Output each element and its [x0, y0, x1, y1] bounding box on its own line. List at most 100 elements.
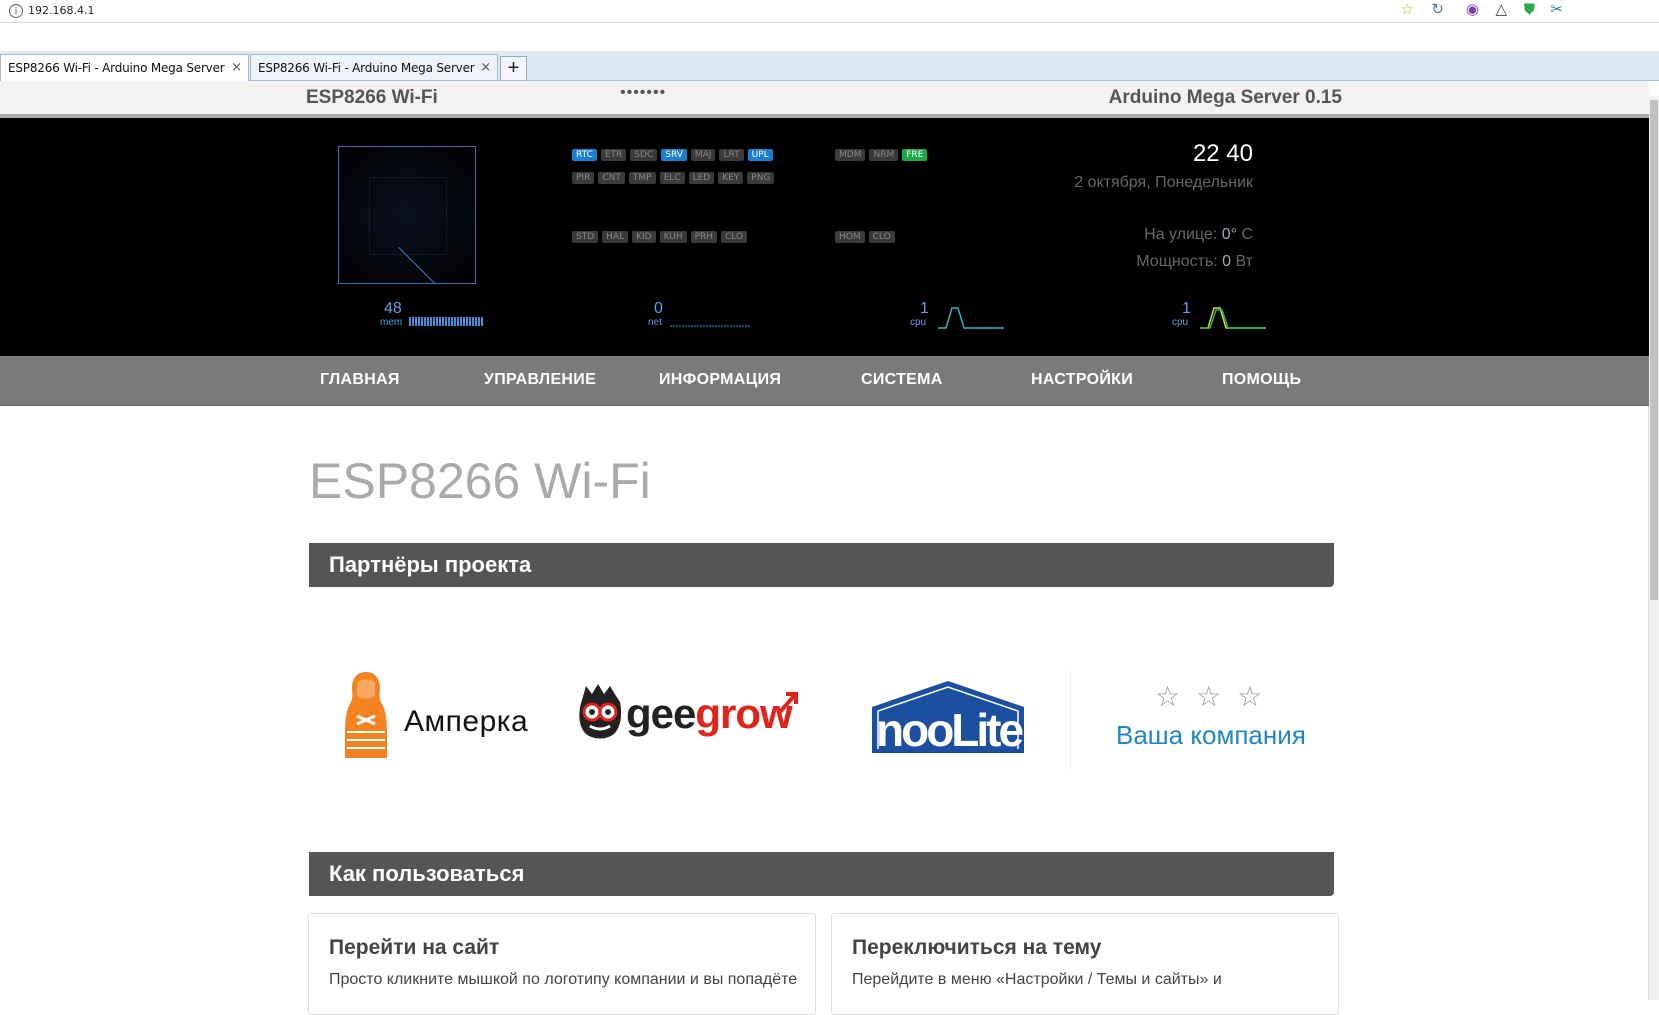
- clock: 22 40: [1192, 140, 1253, 167]
- mode-badge: FRE: [902, 149, 928, 161]
- module-badge: ETR: [600, 149, 627, 161]
- modes-row-1: MDM NRM FRE: [835, 149, 928, 161]
- url-text[interactable]: 192.168.4.1: [28, 4, 94, 17]
- mem-bar-segment: [433, 317, 435, 326]
- mem-bar-segment: [457, 317, 459, 326]
- cpu-2-value: 1: [1182, 300, 1191, 317]
- mem-bar-segment: [415, 317, 417, 326]
- mem-bar-segment: [427, 317, 429, 326]
- bookmark-star-icon[interactable]: ☆: [1401, 2, 1414, 18]
- module-badge: KID: [632, 231, 656, 243]
- header-dots: •••••••: [620, 84, 667, 101]
- page-title: ESP8266 Wi-Fi: [309, 453, 651, 509]
- new-tab-button[interactable]: +: [500, 56, 527, 80]
- module-badge: LED: [688, 172, 715, 184]
- nav-item-info[interactable]: ИНФОРМАЦИЯ: [659, 371, 781, 389]
- your-company-slot[interactable]: ☆☆☆ Ваша компания: [1070, 670, 1351, 770]
- card-text: Просто кликните мышкой по логотипу компа…: [329, 971, 798, 988]
- dashboard: RTC ETR SDC SRV MAJ LRT UPL PIR CNT TMP …: [0, 118, 1649, 356]
- partners-title: Партнёры проекта: [329, 552, 532, 577]
- module-badge: PNG: [747, 172, 775, 184]
- module-badge: SRV: [661, 149, 687, 161]
- mode-badge: MDM: [835, 149, 866, 161]
- cpu-1-value: 1: [920, 300, 929, 317]
- reload-icon[interactable]: ↻: [1431, 2, 1444, 18]
- amperka-logo-icon[interactable]: [343, 670, 389, 762]
- close-icon[interactable]: ×: [231, 55, 242, 81]
- site-info-icon[interactable]: i: [9, 4, 23, 18]
- card-text: Перейдите в меню «Настройки / Темы и сай…: [852, 971, 1222, 988]
- your-company-link[interactable]: Ваша компания: [1116, 720, 1306, 751]
- module-badge: LRT: [719, 149, 744, 161]
- mem-bar-segment: [409, 317, 411, 326]
- power-reading: Мощность: 0 Вт: [1136, 253, 1253, 271]
- net-value: 0: [654, 300, 663, 317]
- mem-bar-segment: [445, 317, 447, 326]
- modes-row-3: HOM CLO: [835, 231, 895, 243]
- module-badge: ELC: [659, 172, 685, 184]
- tab-1[interactable]: ESP8266 Wi-Fi - Arduino Mega Server ×: [0, 54, 249, 81]
- mem-bar-segment: [469, 317, 471, 326]
- tab-2[interactable]: ESP8266 Wi-Fi - Arduino Mega Server ×: [250, 54, 498, 80]
- cpu-2-label: cpu: [1172, 317, 1189, 328]
- geegrow-arrow-icon: [778, 692, 798, 714]
- nav-item-help[interactable]: ПОМОЩЬ: [1222, 371, 1301, 389]
- mem-bar-segment: [475, 317, 477, 326]
- noolite-logo-text[interactable]: nooLite: [876, 703, 1024, 757]
- outside-value: 0°: [1221, 226, 1237, 243]
- cpu-1-graph: [938, 307, 1004, 329]
- extension-mask-icon[interactable]: ◉: [1466, 2, 1479, 18]
- mem-bar-segment: [421, 317, 423, 326]
- mem-bar-segment: [418, 317, 420, 326]
- mem-bar-segment: [439, 317, 441, 326]
- module-badge: MAJ: [690, 149, 716, 161]
- power-value: 0: [1222, 253, 1232, 270]
- geegrow-logo-text[interactable]: geegrow: [626, 690, 793, 738]
- outside-unit: C: [1241, 226, 1253, 243]
- geegrow-mascot-icon[interactable]: [576, 682, 624, 740]
- module-badge: UPL: [747, 149, 773, 161]
- site-name: ESP8266 Wi-Fi: [306, 87, 438, 108]
- extension-scissors-icon[interactable]: ✂: [1550, 2, 1563, 18]
- module-badge: RTC: [572, 149, 597, 161]
- module-badge: CLO: [721, 231, 748, 243]
- net-label: net: [648, 317, 662, 328]
- module-badge: PIR: [572, 172, 595, 184]
- address-bar[interactable]: i 192.168.4.1 ☆ ↻ ◉ △ ⛊ ✂: [0, 0, 1659, 23]
- camera-view[interactable]: [338, 146, 476, 284]
- mem-bar-segment: [448, 317, 450, 326]
- main-nav: ГЛАВНАЯ УПРАВЛЕНИЕ ИНФОРМАЦИЯ СИСТЕМА НА…: [0, 356, 1649, 406]
- scrollbar-thumb[interactable]: [1650, 100, 1658, 600]
- amperka-logo-text[interactable]: Амперка: [404, 705, 528, 739]
- tab-2-label: ESP8266 Wi-Fi - Arduino Mega Server: [258, 61, 475, 75]
- mem-bar-segment: [424, 317, 426, 326]
- mem-bar-segment: [442, 317, 444, 326]
- vertical-scrollbar[interactable]: [1648, 96, 1659, 1000]
- card-title: Переключиться на тему: [852, 936, 1102, 959]
- camera-inner-frame: [369, 177, 447, 255]
- module-badge: KEY: [718, 172, 744, 184]
- mem-bar-segment: [451, 317, 453, 326]
- mem-bar-segment: [481, 317, 483, 326]
- toolbar-strip: [0, 23, 1659, 52]
- partners-section-header: Партнёры проекта: [309, 543, 1334, 587]
- nav-item-system[interactable]: СИСТЕМА: [861, 371, 943, 389]
- cpu-1-label: cpu: [910, 317, 927, 328]
- tab-bar: ESP8266 Wi-Fi - Arduino Mega Server × ES…: [0, 52, 1659, 81]
- extension-triangle-icon[interactable]: △: [1495, 2, 1507, 18]
- modules-row-3: STD HAL KID KUH PRH CLO: [572, 231, 748, 243]
- module-badge: KUH: [659, 231, 687, 243]
- extension-shield-icon[interactable]: ⛊: [1524, 2, 1535, 18]
- mode-badge: NRM: [869, 149, 899, 161]
- mem-bar-segment: [478, 317, 480, 326]
- nav-item-home[interactable]: ГЛАВНАЯ: [320, 371, 400, 389]
- mem-bar-segment: [454, 317, 456, 326]
- module-badge: CNT: [598, 172, 625, 184]
- net-graph: [670, 325, 750, 327]
- module-badge: SDC: [630, 149, 658, 161]
- nav-item-control[interactable]: УПРАВЛЕНИЕ: [484, 371, 596, 389]
- nav-item-settings[interactable]: НАСТРОЙКИ: [1031, 371, 1133, 389]
- module-badge: STD: [572, 231, 599, 243]
- close-icon[interactable]: ×: [480, 55, 491, 81]
- date: 2 октября, Понедельник: [1074, 174, 1253, 191]
